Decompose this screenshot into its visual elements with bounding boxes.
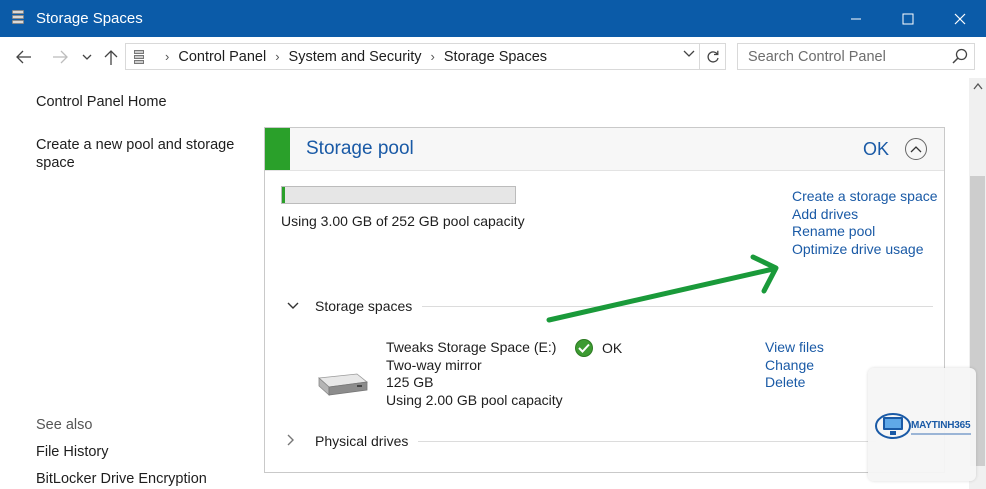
pool-usage-bar [281,186,516,204]
breadcrumb-system-and-security[interactable]: System and Security [289,49,422,65]
control-panel-home-link[interactable]: Control Panel Home [36,94,167,110]
drive-icon [317,370,369,399]
storage-space-status: OK [575,339,622,357]
chevron-down-icon [683,50,695,57]
maximize-icon [902,13,914,24]
breadcrumb-separator-icon[interactable]: › [275,49,279,64]
chevron-up-icon [910,146,922,153]
storage-space-info: Tweaks Storage Space (E:) Two-way mirror… [386,339,563,409]
maximize-button[interactable] [882,0,934,37]
rename-pool-link[interactable]: Rename pool [792,223,942,241]
checkmark-icon [575,339,593,357]
close-button[interactable] [934,0,986,37]
back-arrow-icon [16,50,31,64]
storage-space-size: 125 GB [386,374,434,391]
add-drives-link[interactable]: Add drives [792,206,942,224]
chevron-down-icon [287,299,301,313]
storage-pool-status: OK [863,139,890,159]
chevron-right-icon [287,434,301,449]
scroll-up-button[interactable] [969,78,986,95]
section-divider [418,440,877,442]
physical-drives-heading: Physical drives [315,433,409,449]
breadcrumb-control-panel[interactable]: Control Panel [178,49,266,65]
pool-usage-fill [282,187,285,203]
see-also-heading: See also [36,417,93,433]
storage-spaces-icon [11,9,25,28]
storage-space-usage: Using 2.00 GB pool capacity [386,391,563,408]
back-button[interactable] [14,45,34,69]
navigation-bar: › Control Panel › System and Security › … [0,37,986,78]
refresh-icon [706,50,719,63]
breadcrumb-separator-icon[interactable]: › [431,49,435,64]
annotation-arrow-icon [546,254,779,323]
storage-space-resiliency: Two-way mirror [386,356,482,373]
minimize-icon [851,18,861,19]
storage-spaces-icon [134,49,144,65]
physical-drives-section-header[interactable]: Physical drives [287,433,877,449]
close-icon [954,13,966,24]
breadcrumb-separator-icon: › [165,49,170,64]
left-pane: Control Panel Home Create a new pool and… [0,78,262,489]
collapse-pool-button[interactable] [905,138,927,160]
create-storage-space-link[interactable]: Create a storage space [792,188,942,206]
pool-status-indicator [265,128,290,170]
search-placeholder: Search Control Panel [748,48,886,65]
watermark-tagline-bar [911,433,971,435]
recent-locations-button[interactable] [80,45,94,69]
optimize-drive-usage-link[interactable]: Optimize drive usage [792,241,942,259]
chevron-down-icon [82,54,92,60]
refresh-button[interactable] [699,44,725,69]
pool-usage-text: Using 3.00 GB of 252 GB pool capacity [281,213,525,229]
up-arrow-icon [104,50,118,65]
storage-pool-title: Storage pool [306,138,414,159]
window-title: Storage Spaces [36,10,143,27]
storage-space-status-text: OK [602,340,623,356]
breadcrumb-storage-spaces[interactable]: Storage Spaces [444,49,547,65]
minimize-button[interactable] [830,0,882,37]
create-pool-link[interactable]: Create a new pool and storage space [36,136,236,172]
address-dropdown-button[interactable] [683,48,695,62]
watermark-logo: MAYTINH365 [868,368,976,481]
address-bar[interactable]: › Control Panel › System and Security › … [125,43,726,70]
delete-link[interactable]: Delete [765,374,824,392]
bitlocker-link[interactable]: BitLocker Drive Encryption [36,471,207,487]
chevron-up-icon [972,83,983,90]
monitor-logo-icon [875,413,911,439]
file-history-link[interactable]: File History [36,444,109,460]
forward-button[interactable] [50,45,70,69]
storage-spaces-heading: Storage spaces [315,298,413,314]
storage-space-actions: View files Change Delete [765,339,824,392]
forward-arrow-icon [53,50,68,64]
view-files-link[interactable]: View files [765,339,824,357]
watermark-brand: MAYTINH365 [911,420,971,431]
search-icon[interactable] [952,48,968,64]
up-button[interactable] [101,45,121,69]
pool-actions: Create a storage space Add drives Rename… [792,188,942,258]
storage-space-name: Tweaks Storage Space (E:) [386,339,557,355]
search-input[interactable]: Search Control Panel [737,43,975,70]
title-bar: Storage Spaces [0,0,986,37]
change-link[interactable]: Change [765,357,824,375]
